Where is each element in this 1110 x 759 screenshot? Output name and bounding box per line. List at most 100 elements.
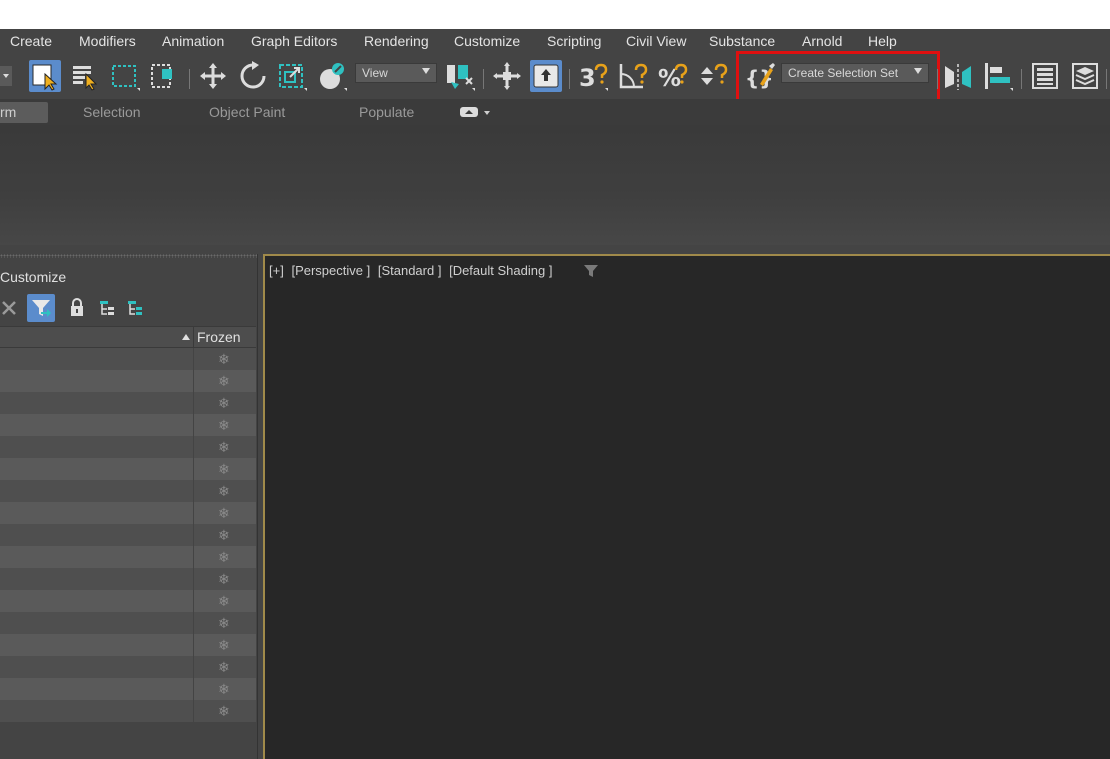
- viewport-filter-icon[interactable]: [583, 264, 599, 283]
- sort-ascending-icon[interactable]: [182, 334, 190, 340]
- menu-bar: Create Modifiers Animation Graph Editors…: [0, 29, 1110, 55]
- ribbon-options-button[interactable]: [460, 106, 494, 122]
- move-icon[interactable]: [197, 60, 229, 92]
- hierarchy-expand-icon[interactable]: [122, 294, 150, 322]
- freeze-icon[interactable]: ❄: [218, 571, 230, 587]
- list-item[interactable]: ❄: [0, 414, 256, 436]
- lock-icon[interactable]: [63, 294, 91, 322]
- align-icon[interactable]: [982, 60, 1014, 92]
- list-item[interactable]: ❄: [0, 370, 256, 392]
- select-manipulate-icon[interactable]: [491, 60, 523, 92]
- freeze-icon[interactable]: ❄: [218, 373, 230, 389]
- explorer-rows: ❄ ❄ ❄ ❄ ❄ ❄ ❄ ❄ ❄ ❄ ❄ ❄ ❄ ❄ ❄ ❄ ❄: [0, 348, 256, 722]
- scene-explorer-toggle-icon[interactable]: [1029, 60, 1061, 92]
- list-item[interactable]: ❄: [0, 524, 256, 546]
- freeze-icon[interactable]: ❄: [218, 593, 230, 609]
- toolbar-separator: [483, 69, 484, 89]
- hierarchy-icon[interactable]: [94, 294, 122, 322]
- tab-freeform[interactable]: rm: [0, 102, 48, 123]
- explorer-toolbar: [0, 294, 258, 322]
- freeze-icon[interactable]: ❄: [218, 461, 230, 477]
- list-item[interactable]: ❄: [0, 502, 256, 524]
- freeze-icon[interactable]: ❄: [218, 439, 230, 455]
- reference-coordinate-dropdown[interactable]: View: [355, 63, 437, 83]
- freeze-icon[interactable]: ❄: [218, 637, 230, 653]
- menu-graph-editors[interactable]: Graph Editors: [251, 33, 337, 49]
- list-item[interactable]: ❄: [0, 700, 256, 722]
- column-frozen-header[interactable]: Frozen: [193, 327, 253, 348]
- freeze-icon[interactable]: ❄: [218, 615, 230, 631]
- freeze-icon[interactable]: ❄: [218, 659, 230, 675]
- menu-help[interactable]: Help: [868, 33, 897, 49]
- freeze-icon[interactable]: ❄: [218, 395, 230, 411]
- close-icon[interactable]: [0, 294, 24, 322]
- menu-arnold[interactable]: Arnold: [802, 33, 842, 49]
- reference-coordinate-value: View: [362, 66, 388, 80]
- menu-civil-view[interactable]: Civil View: [626, 33, 686, 49]
- viewport-menu-plus[interactable]: [+]: [269, 263, 284, 278]
- tab-populate[interactable]: Populate: [359, 104, 414, 120]
- freeze-icon[interactable]: ❄: [218, 703, 230, 719]
- main-toolbar: View 3 % {} Create Selection Set: [0, 51, 1110, 103]
- freeze-icon[interactable]: ❄: [218, 483, 230, 499]
- freeze-icon[interactable]: ❄: [218, 527, 230, 543]
- window-crossing-icon[interactable]: [148, 60, 180, 92]
- rectangular-selection-icon[interactable]: [109, 60, 141, 92]
- layer-explorer-icon[interactable]: [1069, 60, 1101, 92]
- perspective-viewport[interactable]: [+] [Perspective ] [Standard ] [Default …: [263, 254, 1110, 759]
- viewport-menu-shading[interactable]: [Default Shading ]: [449, 263, 552, 278]
- angle-snap-icon[interactable]: [617, 60, 649, 92]
- select-by-name-icon[interactable]: [70, 60, 102, 92]
- menu-customize[interactable]: Customize: [454, 33, 520, 49]
- cell-divider: [193, 480, 194, 502]
- chevron-down-icon: [422, 68, 430, 74]
- viewport-menu-standard[interactable]: [Standard ]: [378, 263, 442, 278]
- explorer-border: [257, 254, 258, 759]
- menu-modifiers[interactable]: Modifiers: [79, 33, 136, 49]
- viewport-menu-pov[interactable]: [Perspective ]: [291, 263, 370, 278]
- list-item[interactable]: ❄: [0, 634, 256, 656]
- list-item[interactable]: ❄: [0, 656, 256, 678]
- menu-animation[interactable]: Animation: [162, 33, 224, 49]
- list-item[interactable]: ❄: [0, 436, 256, 458]
- menu-substance[interactable]: Substance: [709, 33, 775, 49]
- list-item[interactable]: ❄: [0, 590, 256, 612]
- filter-icon[interactable]: [27, 294, 55, 322]
- menu-create[interactable]: Create: [10, 33, 52, 49]
- freeze-icon[interactable]: ❄: [218, 417, 230, 433]
- pivot-point-icon[interactable]: [444, 60, 476, 92]
- list-item[interactable]: ❄: [0, 458, 256, 480]
- freeze-icon[interactable]: ❄: [218, 681, 230, 697]
- list-item[interactable]: ❄: [0, 612, 256, 634]
- cell-divider: [193, 700, 194, 722]
- freeze-icon[interactable]: ❄: [218, 351, 230, 367]
- cell-divider: [193, 502, 194, 524]
- menu-scripting[interactable]: Scripting: [547, 33, 601, 49]
- freeze-icon[interactable]: ❄: [218, 505, 230, 521]
- list-item[interactable]: ❄: [0, 348, 256, 370]
- column-header: Frozen: [0, 326, 256, 348]
- spinner-snap-icon[interactable]: [697, 60, 729, 92]
- cell-divider: [193, 392, 194, 414]
- cell-divider: [193, 348, 194, 370]
- select-object-icon[interactable]: [29, 60, 61, 92]
- tab-selection[interactable]: Selection: [83, 104, 141, 120]
- list-item[interactable]: ❄: [0, 480, 256, 502]
- snaps-toggle-icon[interactable]: 3: [577, 60, 609, 92]
- list-item[interactable]: ❄: [0, 546, 256, 568]
- filter-dropdown-arrow[interactable]: [0, 60, 12, 92]
- panel-grip[interactable]: [0, 254, 258, 258]
- percent-snap-icon[interactable]: %: [657, 60, 689, 92]
- mirror-icon[interactable]: [942, 60, 974, 92]
- list-item[interactable]: ❄: [0, 568, 256, 590]
- list-item[interactable]: ❄: [0, 392, 256, 414]
- scale-icon[interactable]: [276, 60, 308, 92]
- list-item[interactable]: ❄: [0, 678, 256, 700]
- placement-icon[interactable]: [316, 60, 348, 92]
- freeze-icon[interactable]: ❄: [218, 549, 230, 565]
- menu-rendering[interactable]: Rendering: [364, 33, 429, 49]
- tab-object-paint[interactable]: Object Paint: [209, 104, 285, 120]
- explorer-menu-customize[interactable]: Customize: [0, 269, 66, 285]
- keyboard-shortcut-override-icon[interactable]: [530, 60, 562, 92]
- rotate-icon[interactable]: [237, 60, 269, 92]
